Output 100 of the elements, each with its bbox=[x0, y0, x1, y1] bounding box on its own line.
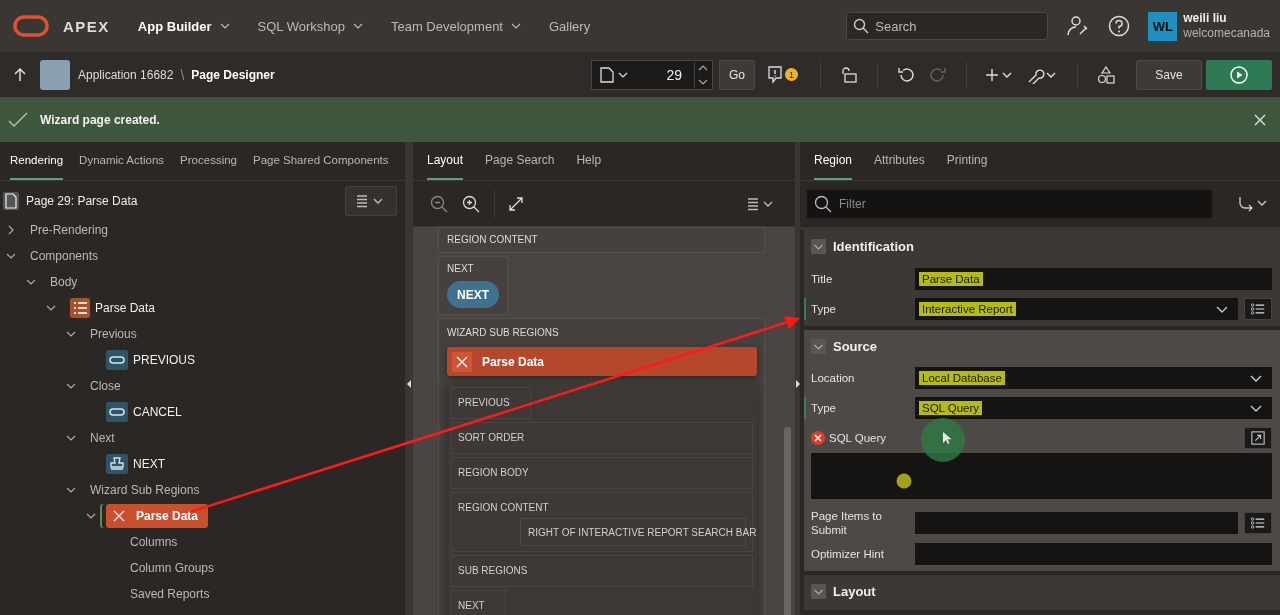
user-avatar[interactable]: WL bbox=[1148, 11, 1178, 41]
slot-label: PREVIOUS bbox=[458, 397, 510, 409]
chevron-down-icon[interactable] bbox=[6, 251, 16, 261]
nav-menu[interactable]: App Builder bbox=[137, 18, 230, 34]
chevron-down-icon[interactable] bbox=[66, 485, 76, 495]
tree-item[interactable]: Saved Reports bbox=[126, 585, 214, 603]
close-icon bbox=[456, 355, 468, 368]
nav-menu[interactable]: SQL Workshop bbox=[257, 18, 363, 34]
go-to-group-icon[interactable] bbox=[1238, 196, 1268, 212]
layout-slot[interactable]: REGION BODY bbox=[451, 457, 753, 489]
tab[interactable]: Processing bbox=[180, 142, 237, 180]
section-title: Identification bbox=[833, 239, 914, 254]
layout-slot[interactable]: NEXT NEXT bbox=[438, 256, 508, 315]
tree-item[interactable]: Columns bbox=[126, 533, 182, 551]
breadcrumb-separator: \ bbox=[180, 66, 185, 83]
select-field[interactable]: Local Database bbox=[915, 367, 1272, 389]
list-picker-button[interactable] bbox=[1244, 511, 1272, 534]
save-button[interactable]: Save bbox=[1136, 59, 1202, 90]
issues-button[interactable]: 1 bbox=[767, 65, 798, 84]
stamp-icon bbox=[106, 454, 128, 474]
select-field[interactable]: Interactive Report bbox=[915, 298, 1238, 320]
chevron-down-icon[interactable] bbox=[66, 329, 76, 339]
logo-icon[interactable] bbox=[13, 15, 49, 37]
menu-button[interactable] bbox=[345, 186, 397, 216]
layout-slot[interactable]: WIZARD SUB REGIONS Parse Data PREVIOUS SORT ORDER REGION BODY REGION CONTENT RIGHT OF INTERACTIVE REPORT SEARCH BAR SUB REGIONS NEXT bbox=[438, 318, 765, 615]
unlock-icon[interactable] bbox=[840, 65, 858, 84]
next-button[interactable]: NEXT bbox=[447, 281, 499, 308]
tree-item[interactable]: Next bbox=[86, 429, 119, 447]
input-field[interactable] bbox=[915, 511, 1238, 534]
filter-field[interactable]: Filter bbox=[807, 190, 1212, 218]
tree-item[interactable]: CANCEL bbox=[102, 400, 186, 424]
spinner-icon[interactable] bbox=[694, 61, 708, 88]
chevron-down-icon[interactable] bbox=[86, 511, 96, 521]
open-editor-button[interactable] bbox=[1244, 427, 1272, 449]
layout-slot[interactable]: SUB REGIONS bbox=[451, 555, 753, 587]
page-selector[interactable]: 29 bbox=[591, 59, 713, 90]
tab[interactable]: Printing bbox=[946, 142, 988, 180]
page-number-field[interactable]: 29 bbox=[632, 66, 690, 83]
region-header[interactable]: Parse Data bbox=[447, 347, 757, 376]
play-icon bbox=[1230, 65, 1248, 84]
tab[interactable]: Page Search bbox=[485, 142, 555, 180]
success-message: Wizard page created. bbox=[40, 112, 160, 127]
scrollbar[interactable] bbox=[784, 427, 791, 615]
zoom-out-icon[interactable] bbox=[430, 194, 448, 213]
run-button[interactable] bbox=[1206, 59, 1272, 90]
layout-slot[interactable]: SORT ORDER bbox=[451, 422, 753, 454]
input-field[interactable] bbox=[915, 542, 1272, 565]
tree-item[interactable]: Close bbox=[86, 377, 125, 395]
tree-item[interactable]: Column Groups bbox=[126, 559, 219, 577]
select-field[interactable]: SQL Query bbox=[915, 397, 1272, 419]
chevron-down-icon[interactable] bbox=[46, 303, 56, 313]
tree-item[interactable]: Components bbox=[26, 247, 103, 265]
shapes-icon[interactable] bbox=[1097, 65, 1115, 84]
tab[interactable]: Help bbox=[576, 142, 602, 180]
search-field[interactable]: Search bbox=[846, 12, 1049, 40]
region-title: Parse Data bbox=[482, 354, 545, 369]
input-field[interactable]: Parse Data bbox=[915, 267, 1272, 290]
chevron-down-icon[interactable] bbox=[66, 381, 76, 391]
list-picker-button[interactable] bbox=[1244, 298, 1272, 320]
layout-slot[interactable]: PREVIOUS bbox=[451, 387, 531, 419]
layout-slot[interactable]: REGION CONTENT bbox=[438, 227, 765, 253]
go-button[interactable]: Go bbox=[719, 59, 755, 90]
tree-item[interactable]: Body bbox=[46, 273, 82, 291]
workspace-name: welcomecanada bbox=[1183, 26, 1270, 41]
tree-item[interactable]: PREVIOUS bbox=[102, 348, 199, 372]
slot-label: NEXT bbox=[447, 263, 475, 275]
property-label: Type bbox=[811, 302, 837, 316]
section-toggle-icon[interactable] bbox=[811, 339, 826, 354]
tab[interactable]: Page Shared Components bbox=[253, 142, 389, 180]
section-title: Layout bbox=[833, 584, 876, 599]
slot-label: SORT ORDER bbox=[458, 432, 526, 444]
chevron-down-icon[interactable] bbox=[66, 433, 76, 443]
tree-item[interactable]: Pre-Rendering bbox=[26, 221, 113, 239]
tree-item[interactable]: Previous bbox=[86, 325, 141, 343]
up-arrow-icon[interactable] bbox=[14, 67, 26, 82]
expand-icon[interactable] bbox=[509, 196, 523, 211]
breadcrumb-current: Page Designer bbox=[191, 67, 275, 82]
user-name: weili liu bbox=[1183, 11, 1228, 26]
layout-slot[interactable]: NEXT bbox=[451, 590, 506, 615]
zoom-in-icon[interactable] bbox=[462, 194, 480, 213]
tab[interactable]: Rendering bbox=[10, 142, 64, 180]
undo-icon[interactable] bbox=[897, 65, 915, 84]
close-icon[interactable] bbox=[1254, 113, 1266, 126]
nav-menu[interactable]: Team Development bbox=[390, 18, 521, 34]
tree-item[interactable]: Wizard Sub Regions bbox=[86, 481, 204, 499]
chevron-down-icon[interactable] bbox=[26, 277, 36, 287]
chevron-right-icon[interactable] bbox=[6, 225, 16, 235]
tab[interactable]: Attributes bbox=[874, 142, 925, 180]
close-icon bbox=[112, 509, 126, 523]
list-menu-icon[interactable] bbox=[747, 196, 775, 211]
breadcrumb-link[interactable]: Application 16682 bbox=[78, 67, 174, 82]
help-icon[interactable] bbox=[1108, 15, 1131, 37]
nav-menu[interactable]: Gallery bbox=[548, 18, 591, 34]
section-toggle-icon[interactable] bbox=[811, 239, 826, 254]
tab[interactable]: Dynamic Actions bbox=[79, 142, 165, 180]
tree-item[interactable]: Parse Data bbox=[66, 296, 160, 320]
tab[interactable]: Layout bbox=[427, 142, 464, 180]
section-toggle-icon[interactable] bbox=[811, 584, 826, 599]
tab[interactable]: Region bbox=[814, 142, 853, 180]
tree-item[interactable]: NEXT bbox=[102, 452, 169, 476]
